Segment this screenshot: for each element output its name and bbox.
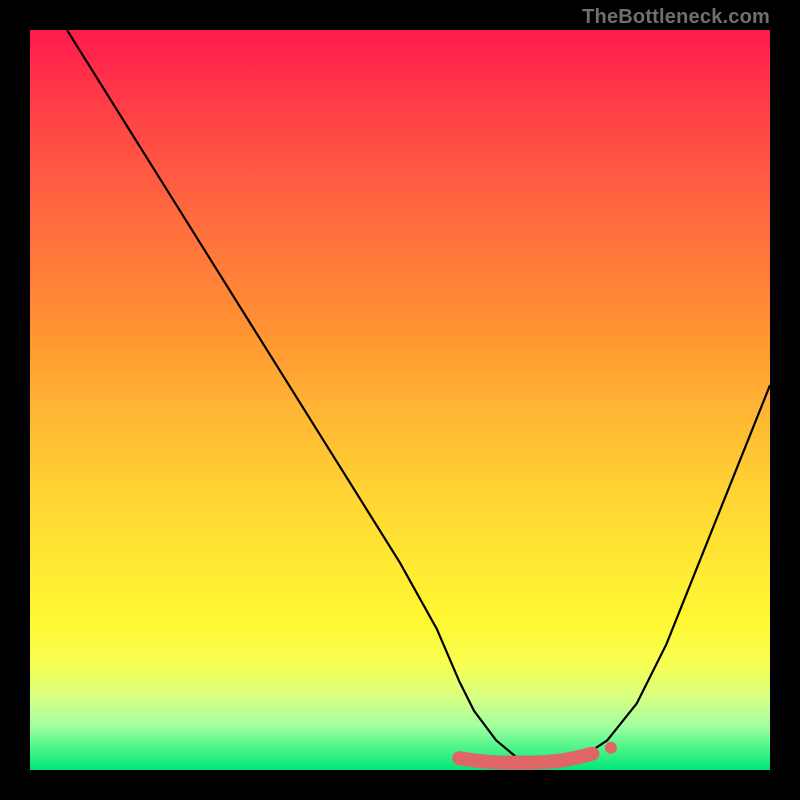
marker-outlier: [605, 742, 617, 754]
chart-frame: TheBottleneck.com: [0, 0, 800, 800]
curve-layer: [30, 30, 770, 770]
marker-cluster: [459, 754, 592, 763]
watermark-text: TheBottleneck.com: [582, 6, 770, 29]
plot-area: [30, 30, 770, 770]
bottleneck-curve: [67, 30, 770, 763]
